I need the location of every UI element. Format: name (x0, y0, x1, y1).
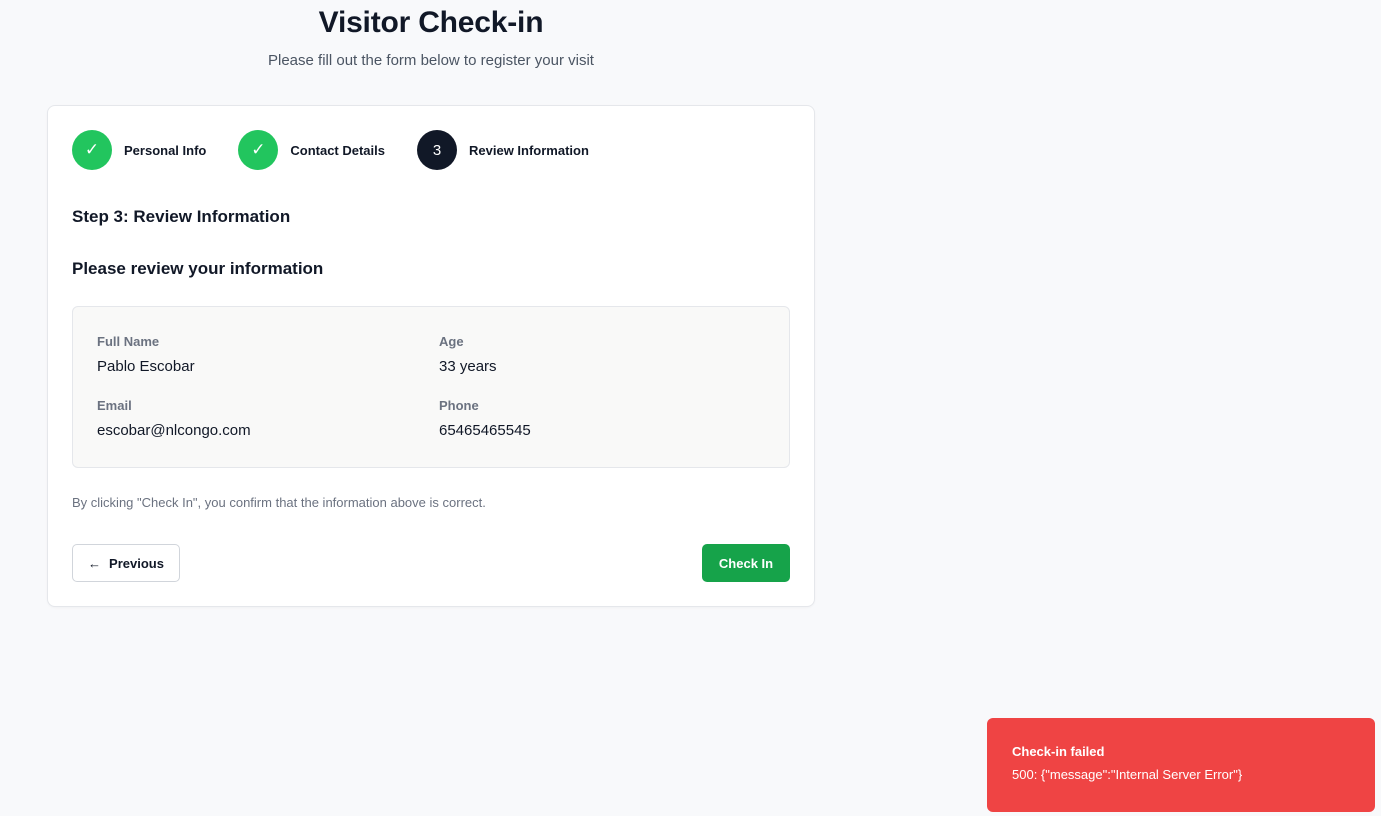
field-value: 65465465545 (439, 422, 531, 439)
step-review-information: 3 Review Information (417, 130, 589, 170)
field-value: escobar@nlcongo.com (97, 422, 251, 439)
review-heading: Please review your information (72, 259, 324, 278)
review-field-full-name: Full Name Pablo Escobar (97, 334, 195, 375)
previous-button[interactable]: ← Previous (72, 544, 180, 582)
field-value: 33 years (439, 358, 497, 375)
page-title: Visitor Check-in (318, 6, 544, 39)
step-contact-details: ✓ Contact Details (238, 130, 385, 170)
step-personal-info: ✓ Personal Info (72, 130, 206, 170)
step-label: Personal Info (124, 142, 207, 158)
step-complete-check-icon: ✓ (238, 130, 279, 170)
field-value: Pablo Escobar (97, 358, 195, 375)
checkin-form-card: ✓ Personal Info ✓ Contact Details 3 Revi… (47, 105, 815, 607)
confirmation-note: By clicking "Check In", you confirm that… (72, 495, 486, 510)
step-number: 3 (417, 130, 457, 170)
field-label: Age (439, 334, 464, 349)
previous-button-label: Previous (109, 555, 164, 571)
review-field-age: Age 33 years (439, 334, 497, 375)
field-label: Phone (439, 398, 479, 413)
field-label: Full Name (97, 334, 160, 349)
review-field-phone: Phone 65465465545 (439, 398, 531, 439)
toast-message: 500: {"message":"Internal Server Error"} (1012, 767, 1243, 782)
review-summary: Full Name Pablo Escobar Age 33 years Ema… (72, 306, 790, 468)
step-heading: Step 3: Review Information (72, 207, 291, 226)
stepper: ✓ Personal Info ✓ Contact Details 3 Revi… (72, 130, 621, 170)
error-toast[interactable]: Check-in failed 500: {"message":"Interna… (987, 718, 1375, 812)
field-label: Email (97, 398, 132, 413)
arrow-left-icon: ← (88, 555, 102, 571)
review-field-email: Email escobar@nlcongo.com (97, 398, 251, 439)
toast-title: Check-in failed (1012, 744, 1105, 759)
check-in-button[interactable]: Check In (702, 544, 790, 582)
step-label: Contact Details (290, 142, 385, 158)
step-complete-check-icon: ✓ (72, 130, 112, 170)
page-subtitle: Please fill out the form below to regist… (268, 52, 594, 69)
step-label: Review Information (469, 142, 589, 158)
visitor-checkin-page: Visitor Check-in Please fill out the for… (0, 0, 1381, 816)
